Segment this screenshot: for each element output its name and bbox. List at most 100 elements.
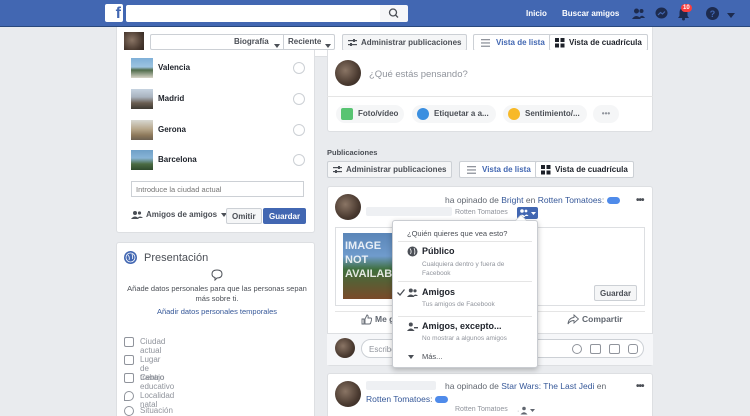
post-site-link[interactable]: Rotten Tomatoes xyxy=(366,394,430,404)
sticker-icon[interactable] xyxy=(628,344,638,354)
feeling-label: Sentimiento/... xyxy=(525,109,580,118)
manage-posts-label: Administrar publicaciones xyxy=(361,38,462,47)
search-icon xyxy=(388,8,399,18)
option-description: Cualquiera dentro y fuera de Facebook xyxy=(422,261,505,277)
commenter-avatar xyxy=(335,338,355,358)
svg-text:?: ? xyxy=(710,9,716,19)
option-title: Amigos, excepto... xyxy=(422,321,502,331)
photo-icon xyxy=(341,108,353,120)
friend-requests-icon[interactable] xyxy=(631,6,646,21)
post-in-text: en xyxy=(596,381,607,391)
photo-video-button[interactable]: Foto/vídeo xyxy=(336,105,405,123)
camera-icon[interactable] xyxy=(590,344,601,354)
privacy-option-friends-except[interactable]: Amigos, excepto... No mostrar a algunos … xyxy=(393,317,537,347)
city-option-valencia[interactable]: Valencia xyxy=(131,58,311,78)
list-view-label: Vista de lista xyxy=(496,38,545,47)
info-label: Situación sentimental xyxy=(140,406,181,416)
more-label: Más... xyxy=(422,352,443,361)
city-name: Madrid xyxy=(158,94,185,103)
audience-label: Amigos de amigos xyxy=(146,210,218,219)
composer-input[interactable]: ¿Qué estás pensando? xyxy=(369,69,468,80)
grid-view-label: Vista de cuadrícula xyxy=(555,165,628,174)
save-link-button[interactable]: Guardar xyxy=(594,285,638,301)
privacy-selector-button-2[interactable]: · xyxy=(517,405,538,416)
city-thumbnail xyxy=(131,120,153,140)
city-radio[interactable] xyxy=(293,62,305,74)
city-radio[interactable] xyxy=(293,93,305,105)
save-label: Guardar xyxy=(600,289,632,298)
city-option-madrid[interactable]: Madrid xyxy=(131,89,311,109)
current-city-input[interactable] xyxy=(131,181,304,197)
grid-view-button[interactable]: Vista de cuadrícula xyxy=(549,34,648,51)
list-view-button-2[interactable]: Vista de lista xyxy=(459,161,537,178)
rating-badge-icon xyxy=(434,396,448,404)
help-icon[interactable]: ? xyxy=(705,6,720,21)
audience-selector[interactable]: Amigos de amigos xyxy=(131,210,228,219)
chevron-down-icon xyxy=(274,40,280,50)
map-pin-icon xyxy=(124,391,134,401)
notifications-badge: 10 xyxy=(681,4,692,12)
privacy-option-friends[interactable]: Amigos Tus amigos de Facebook xyxy=(393,283,537,315)
post-colon: : xyxy=(430,394,433,404)
gif-icon[interactable] xyxy=(609,344,620,354)
add-temporary-info-link[interactable]: Añadir datos personales temporales xyxy=(124,307,310,316)
nav-home-link[interactable]: Inicio xyxy=(526,9,547,18)
friends-of-friends-icon xyxy=(131,211,143,219)
composer-more-button[interactable]: ••• xyxy=(593,105,619,123)
emoji-icon[interactable] xyxy=(572,344,582,354)
post-colon: : xyxy=(601,195,605,205)
presentation-description: Añade datos personales para que las pers… xyxy=(127,284,307,303)
sliders-icon xyxy=(333,166,342,173)
reciente-dropdown[interactable]: Reciente xyxy=(288,37,321,46)
grid-view-button-2[interactable]: Vista de cuadrícula xyxy=(535,161,634,178)
post-options-icon-2[interactable]: ••• xyxy=(636,381,644,392)
feeling-activity-button[interactable]: Sentimiento/... xyxy=(503,105,587,123)
nav-find-friends-link[interactable]: Buscar amigos xyxy=(562,9,619,18)
privacy-dropdown-menu: ¿Quién quieres que vea esto? Público Cua… xyxy=(392,215,538,368)
share-button[interactable]: Compartir xyxy=(567,314,623,325)
post-options-icon[interactable]: ••• xyxy=(636,195,644,206)
privacy-option-public[interactable]: Público Cualquiera dentro y fuera de Fac… xyxy=(393,243,537,279)
messenger-icon[interactable] xyxy=(654,6,669,21)
facebook-logo-icon[interactable]: f xyxy=(105,4,123,22)
city-option-gerona[interactable]: Gerona xyxy=(131,120,311,140)
city-thumbnail xyxy=(131,150,153,170)
option-title: Público xyxy=(422,246,455,256)
post-subject-link[interactable]: Bright xyxy=(501,195,523,205)
chevron-down-icon xyxy=(325,40,331,50)
search-button[interactable] xyxy=(380,5,408,22)
briefcase-icon xyxy=(124,355,134,365)
post-author-avatar[interactable] xyxy=(335,194,361,220)
manage-posts-button-2[interactable]: Administrar publicaciones xyxy=(327,161,453,178)
post-source: Rotten Tomatoes xyxy=(455,209,508,216)
account-menu-chevron-down-icon[interactable] xyxy=(727,11,735,21)
privacy-more-options[interactable]: Más... xyxy=(393,351,537,365)
city-radio[interactable] xyxy=(293,154,305,166)
divider xyxy=(283,34,284,50)
city-name: Gerona xyxy=(158,125,187,134)
post-action-text: ha opinado de xyxy=(445,195,499,205)
privacy-menu-header: ¿Quién quieres que vea esto? xyxy=(407,229,508,238)
post-author-avatar-2[interactable] xyxy=(335,381,361,407)
city-name: Barcelona xyxy=(158,155,197,164)
search-input[interactable] xyxy=(126,5,380,22)
tag-friends-button[interactable]: Etiquetar a a... xyxy=(412,105,496,123)
save-label: Guardar xyxy=(269,212,301,221)
skip-button[interactable]: Omitir xyxy=(226,208,262,224)
post-subject-link[interactable]: Star Wars: The Last Jedi xyxy=(501,381,594,391)
list-view-button[interactable]: Vista de lista xyxy=(473,34,551,51)
option-title: Amigos xyxy=(422,287,456,297)
heart-icon xyxy=(124,406,134,416)
biografia-dropdown[interactable]: Biografía xyxy=(234,37,269,46)
sliders-icon xyxy=(348,39,357,46)
city-radio[interactable] xyxy=(293,124,305,136)
smiley-icon xyxy=(508,108,520,120)
post-headline: ha opinado de Bright en Rotten Tomatoes: xyxy=(445,195,620,205)
manage-posts-button[interactable]: Administrar publicaciones xyxy=(342,34,468,51)
info-label: Ciudad actual xyxy=(140,337,166,355)
save-city-button[interactable]: Guardar xyxy=(263,208,307,224)
city-option-barcelona[interactable]: Barcelona xyxy=(131,150,311,170)
profile-avatar-small[interactable] xyxy=(124,32,144,52)
chevron-down-icon xyxy=(408,355,414,359)
post-site-link[interactable]: Rotten Tomatoes xyxy=(538,195,602,205)
